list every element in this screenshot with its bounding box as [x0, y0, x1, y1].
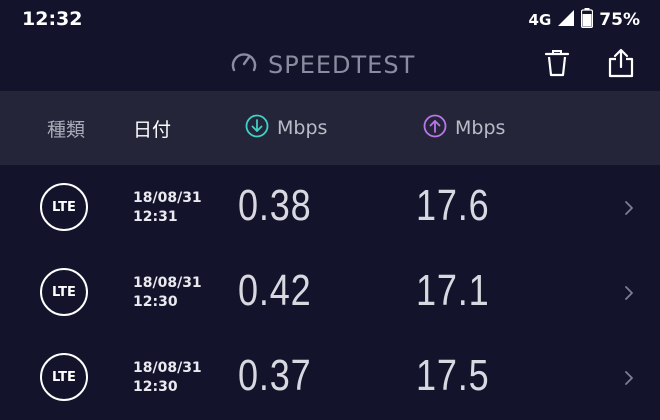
- battery-level: 75%: [599, 10, 640, 30]
- result-row[interactable]: LTE 18/08/31 12:31 0.38 17.6: [0, 165, 660, 250]
- chevron-right-icon: [622, 368, 636, 388]
- status-bar: 12:32 4G 75%: [0, 0, 660, 40]
- result-row[interactable]: LTE 18/08/31 12:30 0.42 17.1: [0, 250, 660, 335]
- result-datetime: 18/08/31 12:30: [133, 274, 202, 312]
- speedometer-icon: [230, 49, 258, 81]
- upload-speed: 17.5: [416, 351, 490, 400]
- status-time: 12:32: [22, 8, 83, 30]
- network-type: 4G: [528, 11, 552, 29]
- column-type[interactable]: 種類: [47, 91, 85, 165]
- download-speed: 0.37: [238, 351, 312, 400]
- upload-speed: 17.1: [416, 266, 490, 315]
- share-button[interactable]: [605, 48, 637, 82]
- column-upload-label: Mbps: [455, 117, 506, 139]
- upload-arrow-icon: [423, 114, 447, 143]
- connection-type-badge: LTE: [40, 268, 88, 316]
- column-upload[interactable]: Mbps: [423, 91, 505, 165]
- chevron-right-icon: [622, 198, 636, 218]
- result-date: 18/08/31: [133, 275, 202, 291]
- app-bar: SPEEDTEST: [0, 40, 660, 90]
- signal-icon: [557, 9, 575, 32]
- share-icon: [607, 48, 635, 82]
- battery-icon: [581, 7, 594, 33]
- connection-type-badge: LTE: [40, 353, 88, 401]
- column-download[interactable]: Mbps: [245, 91, 327, 165]
- upload-speed: 17.6: [416, 181, 490, 230]
- chevron-right-icon: [622, 283, 636, 303]
- trash-icon: [544, 49, 570, 81]
- delete-button[interactable]: [541, 49, 573, 81]
- result-time: 12:30: [133, 379, 178, 395]
- connection-type-badge: LTE: [40, 183, 88, 231]
- result-time: 12:30: [133, 294, 178, 310]
- column-date-label: 日付: [133, 118, 172, 141]
- results-list: LTE 18/08/31 12:31 0.38 17.6 LTE 18/08/3…: [0, 165, 660, 420]
- download-arrow-icon: [245, 114, 269, 143]
- download-speed: 0.38: [238, 181, 312, 230]
- result-time: 12:31: [133, 209, 178, 225]
- result-row[interactable]: LTE 18/08/31 12:30 0.37 17.5: [0, 335, 660, 420]
- app-title: SPEEDTEST: [230, 50, 415, 80]
- result-date: 18/08/31: [133, 360, 202, 376]
- result-datetime: 18/08/31 12:31: [133, 189, 202, 227]
- status-indicators: 4G 75%: [528, 7, 640, 33]
- app-title-text: SPEEDTEST: [268, 51, 416, 79]
- result-date: 18/08/31: [133, 190, 202, 206]
- column-date[interactable]: 日付: [133, 91, 171, 165]
- column-download-label: Mbps: [277, 117, 328, 139]
- download-speed: 0.42: [238, 266, 312, 315]
- column-type-label: 種類: [47, 118, 86, 141]
- results-header: 種類 日付 Mbps Mbps: [0, 91, 660, 165]
- result-datetime: 18/08/31 12:30: [133, 359, 202, 397]
